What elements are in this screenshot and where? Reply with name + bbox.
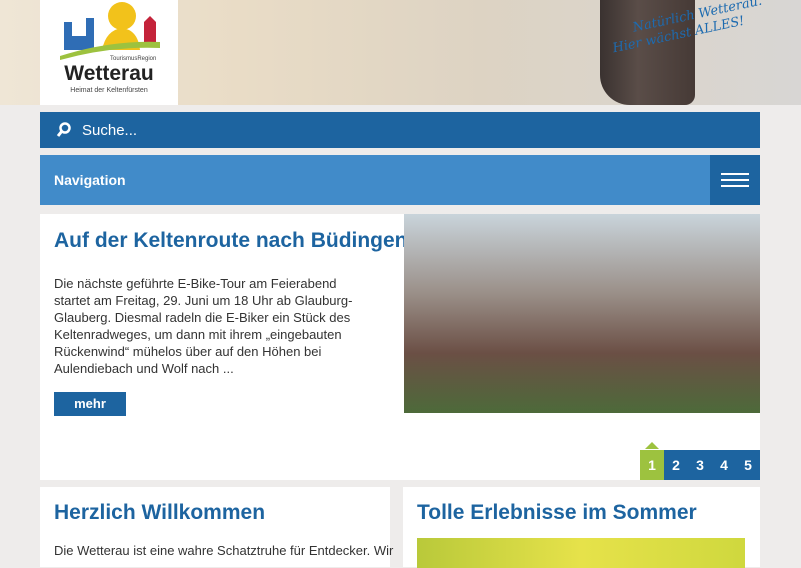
- logo-tagline-bottom: Heimat der Keltenfürsten: [70, 87, 148, 94]
- summer-image[interactable]: [417, 538, 745, 568]
- page-4-button[interactable]: 4: [712, 450, 736, 480]
- logo[interactable]: TourismusRegion Wetterau Heimat der Kelt…: [40, 0, 178, 105]
- page-1-button[interactable]: 1: [640, 442, 664, 480]
- welcome-text: Die Wetterau ist eine wahre Schatztruhe …: [54, 543, 394, 558]
- summer-title[interactable]: Tolle Erlebnisse im Sommer: [417, 501, 697, 525]
- more-button[interactable]: mehr: [54, 392, 126, 416]
- featured-text: Die nächste geführte E-Bike-Tour am Feie…: [54, 276, 353, 376]
- page-5-button[interactable]: 5: [736, 450, 760, 480]
- hamburger-menu-button[interactable]: [710, 155, 760, 205]
- search-icon[interactable]: [56, 122, 72, 138]
- search-input[interactable]: [82, 121, 682, 139]
- logo-graphic: [60, 2, 160, 60]
- welcome-card: Herzlich Willkommen Die Wetterau ist ein…: [40, 487, 393, 567]
- logo-brand: Wetterau: [64, 62, 154, 85]
- search-bar: [40, 112, 760, 148]
- page-2-button[interactable]: 2: [664, 450, 688, 480]
- featured-article: Auf der Keltenroute nach Büdingen Die nä…: [40, 214, 760, 480]
- header-banner: Natürlich Wetterau. Hier wächst ALLES! T…: [0, 0, 801, 105]
- slider-pagination: 1 2 3 4 5: [640, 442, 760, 480]
- welcome-title[interactable]: Herzlich Willkommen: [54, 501, 265, 525]
- featured-image[interactable]: [404, 214, 760, 413]
- summer-card: Tolle Erlebnisse im Sommer: [403, 487, 760, 568]
- navigation-label: Navigation: [54, 172, 126, 188]
- navigation-bar[interactable]: Navigation: [40, 155, 760, 205]
- page-3-button[interactable]: 3: [688, 450, 712, 480]
- featured-title[interactable]: Auf der Keltenroute nach Büdingen: [54, 229, 408, 253]
